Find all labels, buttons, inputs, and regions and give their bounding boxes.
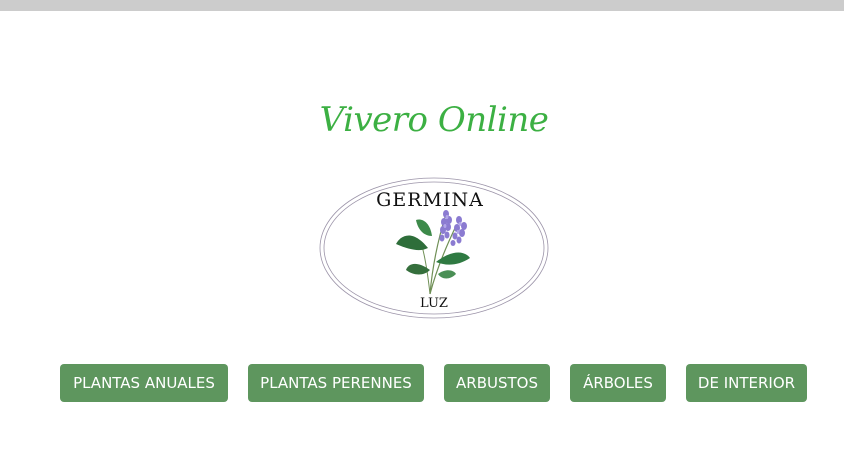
- germina-luz-logo: GERMINA LUZ: [318, 176, 550, 320]
- logo-brand-bottom: LUZ: [420, 296, 448, 311]
- nav-arbustos-button[interactable]: ARBUSTOS: [444, 364, 550, 402]
- top-bar: [0, 0, 844, 11]
- nav-de-interior-button[interactable]: DE INTERIOR: [686, 364, 807, 402]
- site-title: Vivero Online: [319, 100, 549, 140]
- logo-brand-top: GERMINA: [376, 189, 484, 211]
- nav-plantas-anuales-button[interactable]: PLANTAS ANUALES: [60, 364, 228, 402]
- nav-plantas-perennes-button[interactable]: PLANTAS PERENNES: [248, 364, 424, 402]
- nav-arboles-button[interactable]: ÁRBOLES: [570, 364, 666, 402]
- category-nav: PLANTAS ANUALES PLANTAS PERENNES ARBUSTO…: [0, 364, 844, 402]
- lavender-sprig-icon: [396, 210, 470, 295]
